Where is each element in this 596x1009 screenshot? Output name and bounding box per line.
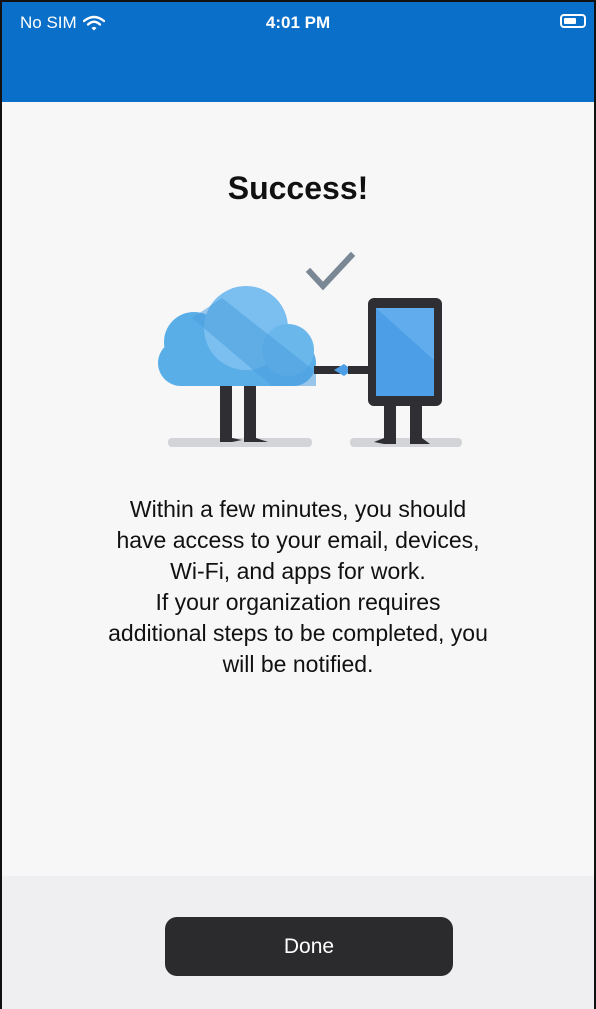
success-illustration <box>158 251 462 447</box>
battery-icon <box>560 14 586 28</box>
done-button[interactable]: Done <box>165 917 453 976</box>
cloud-icon <box>158 286 316 386</box>
status-bar: No SIM 4:01 PM <box>2 2 594 42</box>
footer-bar: Done <box>2 876 594 1009</box>
checkmark-icon <box>305 251 356 291</box>
page-title: Success! <box>227 170 369 206</box>
app-screen: No SIM 4:01 PM Success! Within a few min… <box>0 0 596 1009</box>
app-header: No SIM 4:01 PM <box>2 2 594 102</box>
device-icon <box>368 298 442 406</box>
success-message: Within a few minutes, you should have ac… <box>108 496 488 677</box>
status-time: 4:01 PM <box>265 13 331 32</box>
